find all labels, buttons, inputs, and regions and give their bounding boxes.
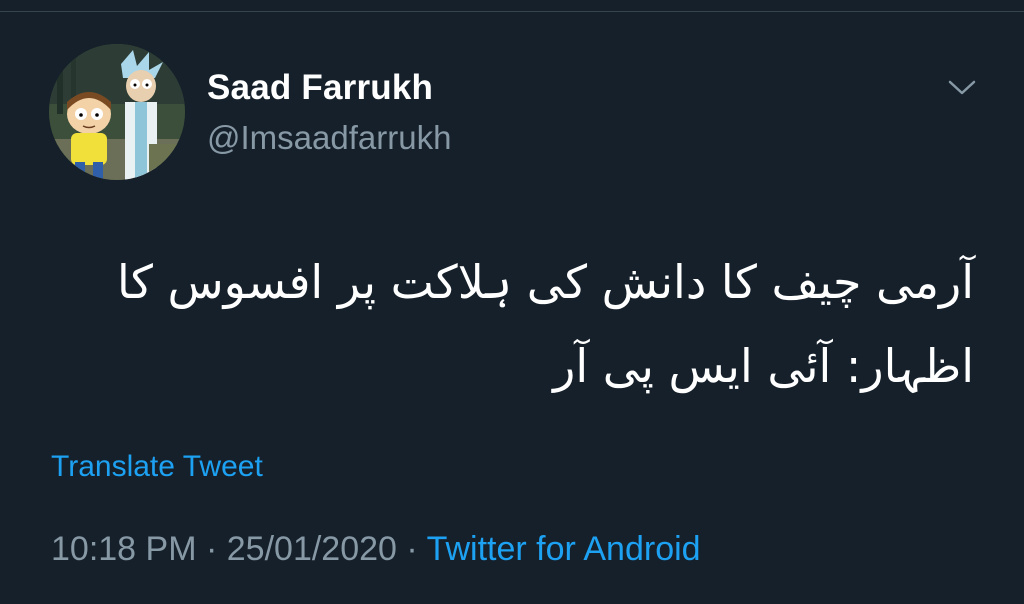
avatar-image [49,44,185,180]
tweet-date[interactable]: 25/01/2020 [227,530,397,568]
meta-separator: · [205,530,218,568]
tweet-author[interactable]: Saad Farrukh @Imsaadfarrukh [207,68,451,158]
chevron-down-icon [948,80,976,95]
user-handle[interactable]: @Imsaadfarrukh [207,118,451,158]
top-divider [0,0,1024,12]
avatar[interactable] [49,44,185,180]
display-name[interactable]: Saad Farrukh [207,68,451,108]
tweet-text: آرمی چیف کا دانش کی ہلاکت پر افسوس کا اظ… [116,255,974,393]
tweet-time[interactable]: 10:18 PM [51,530,197,568]
tweet-source-link[interactable]: Twitter for Android [427,530,701,568]
tweet-metadata: 10:18 PM · 25/01/2020 · Twitter for Andr… [51,527,701,571]
more-options-button[interactable] [940,68,984,108]
translate-tweet-link[interactable]: Translate Tweet [51,447,263,487]
meta-separator: · [406,530,418,568]
